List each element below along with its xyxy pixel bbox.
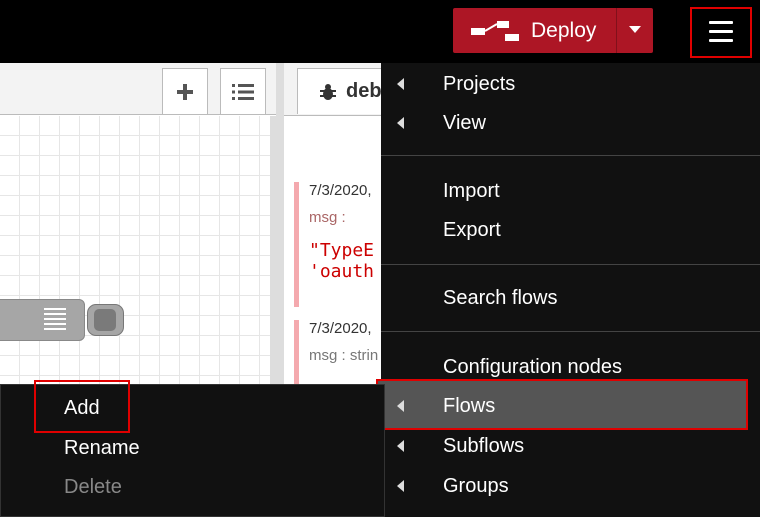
message-label: msg : strin (309, 347, 379, 364)
message-value: "TypeE (309, 240, 375, 261)
deploy-button[interactable]: Deploy (453, 8, 653, 53)
deploy-icon (471, 21, 519, 41)
add-highlight (34, 380, 130, 433)
node-output-port[interactable] (87, 304, 124, 336)
flow-node[interactable] (0, 299, 85, 341)
list-icon (232, 83, 254, 100)
message-date: 7/3/2020, (309, 320, 372, 337)
submenu-item-delete: Delete (64, 476, 122, 498)
add-flow-button[interactable] (162, 68, 208, 114)
menu-item-flows[interactable]: Flows (381, 387, 760, 425)
deploy-divider (616, 8, 617, 53)
debug-message: 7/3/2020, msg : "TypeE 'oauth (294, 182, 388, 307)
main-menu-lower: Configuration nodes Flows Subflows Group… (381, 63, 760, 517)
workspace-tabs (0, 63, 276, 115)
caret-left-icon (397, 400, 404, 412)
menu-item-subflows[interactable]: Subflows (381, 427, 760, 465)
caret-left-icon (397, 440, 404, 452)
bug-icon (320, 83, 336, 100)
node-lines-icon (44, 308, 66, 332)
menu-item-groups[interactable]: Groups (381, 467, 760, 505)
caret-left-icon (397, 480, 404, 492)
message-date: 7/3/2020, (309, 182, 372, 199)
hamburger-icon (709, 21, 733, 24)
plus-icon (177, 83, 193, 100)
menu-item-configuration-nodes[interactable]: Configuration nodes (381, 348, 760, 386)
list-flows-button[interactable] (220, 68, 266, 114)
message-value: 'oauth (309, 261, 375, 282)
message-label: msg : (309, 209, 346, 226)
submenu-item-rename[interactable]: Rename (64, 437, 140, 460)
caret-down-icon[interactable] (629, 26, 641, 33)
header-bar: Deploy (0, 0, 760, 63)
deploy-label: Deploy (531, 19, 597, 42)
main-menu-button[interactable] (690, 7, 752, 58)
